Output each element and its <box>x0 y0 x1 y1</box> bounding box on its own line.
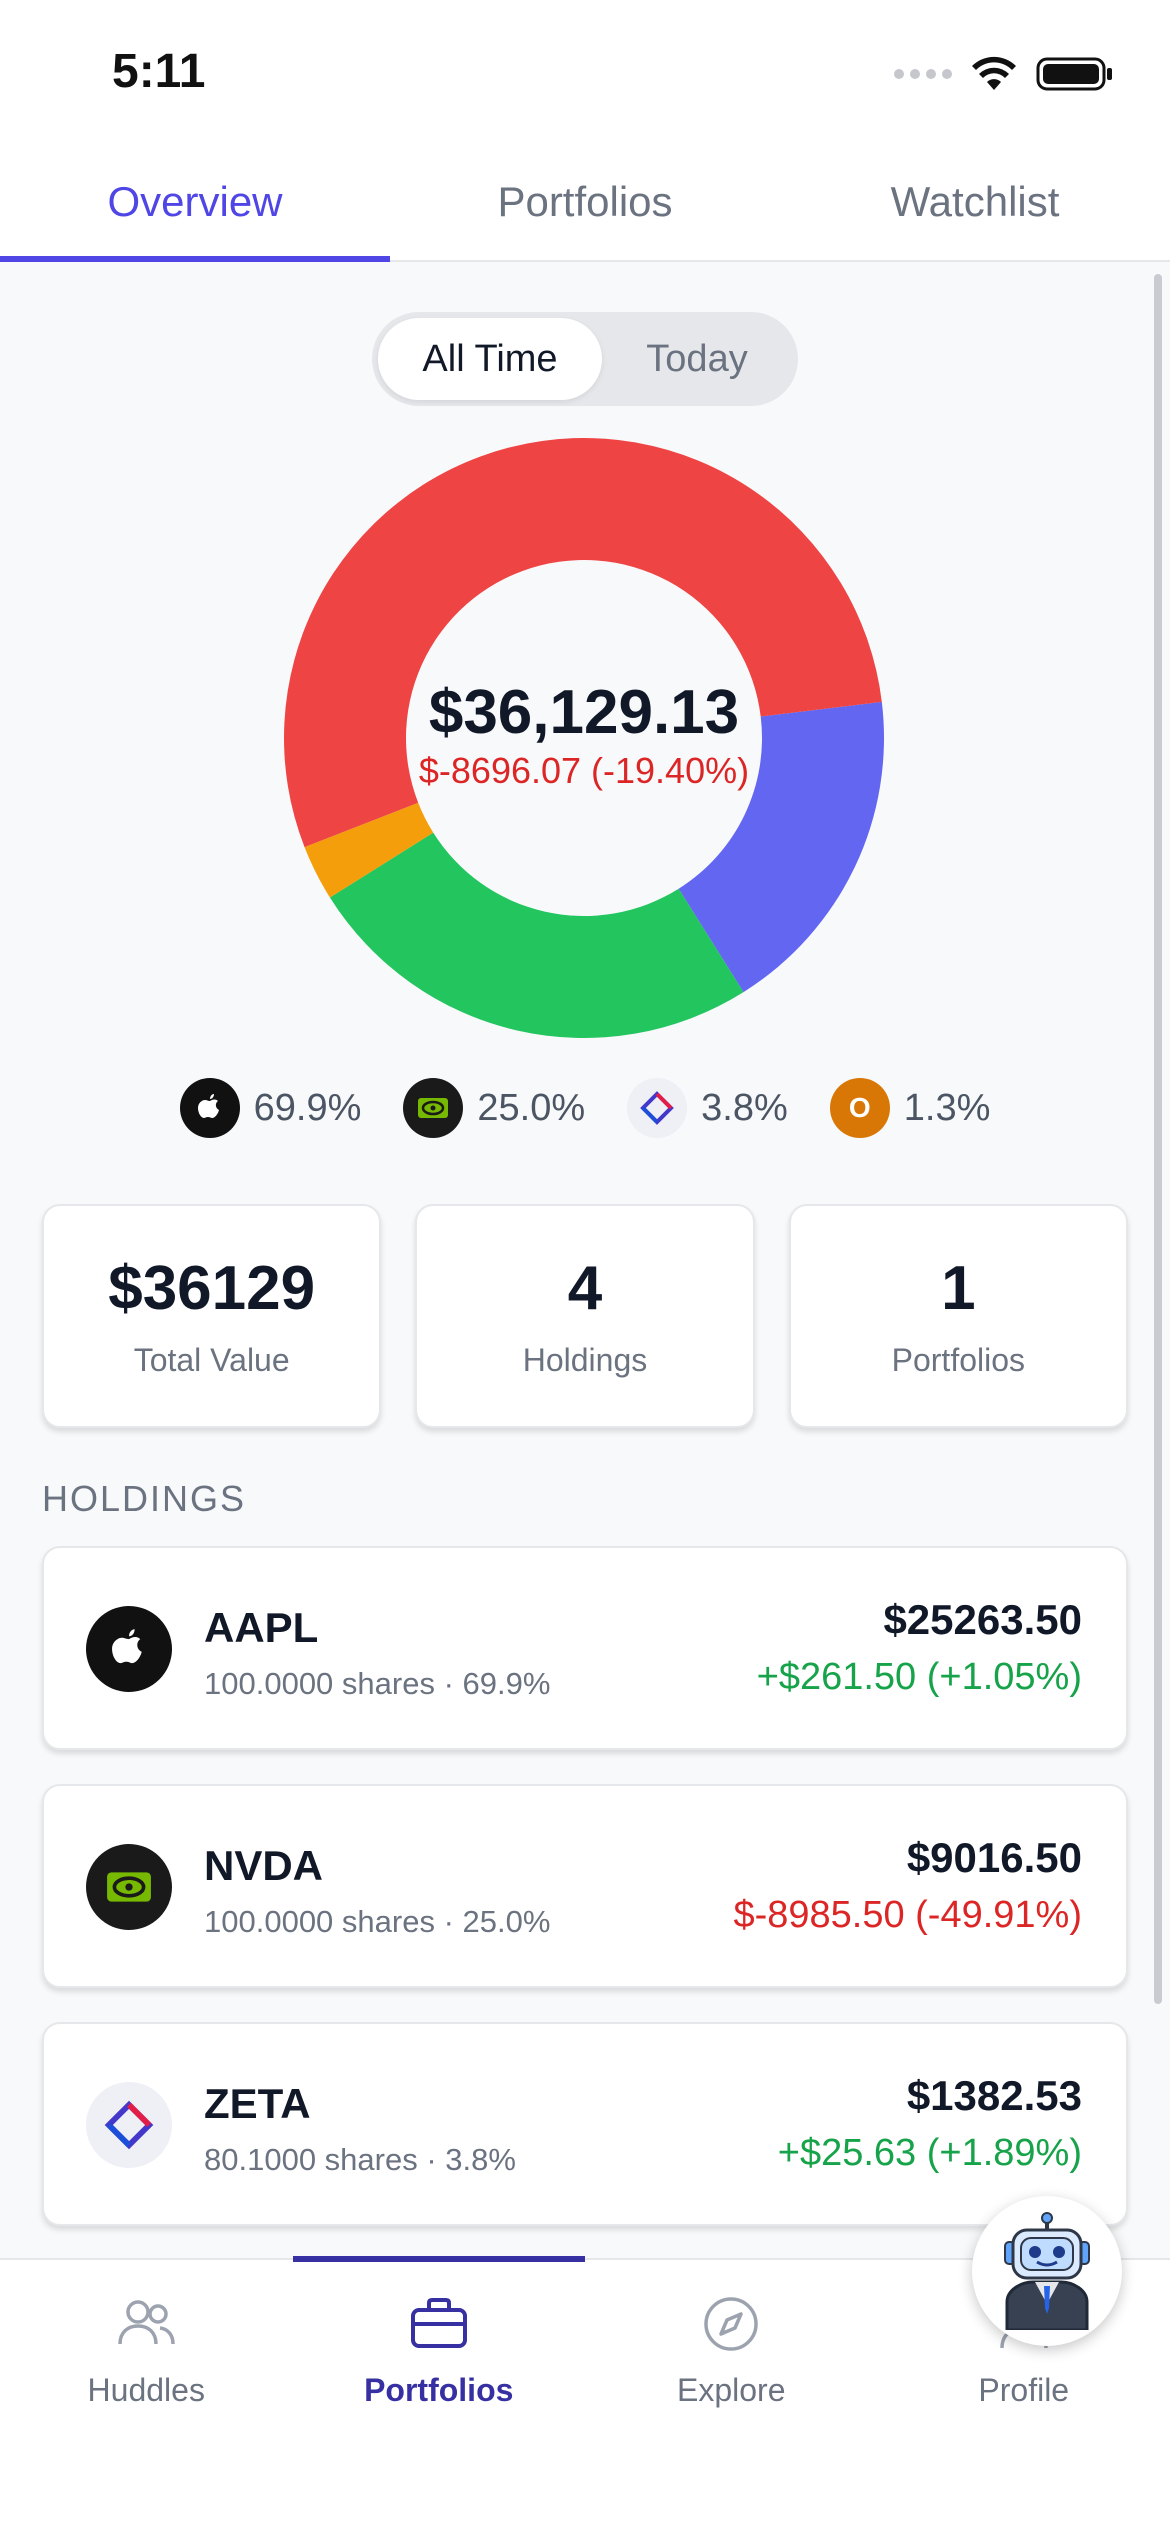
holding-shares: 80.1000 shares · 3.8% <box>204 2142 516 2177</box>
tab-watchlist[interactable]: Watchlist <box>780 150 1170 260</box>
legend-item-zeta: 3.8% <box>627 1078 788 1138</box>
holding-value: $25263.50 <box>883 1596 1082 1643</box>
stat-card-portfolios[interactable]: 1 Portfolios <box>788 1204 1128 1428</box>
holding-ticker: AAPL <box>204 1604 319 1651</box>
donut-center: $36,129.13 $-8696.07 (-19.40%) <box>282 436 886 1040</box>
range-today[interactable]: Today <box>602 318 792 400</box>
ai-assistant-button[interactable] <box>972 2196 1122 2346</box>
holding-ticker: ZETA <box>204 2080 311 2127</box>
o-logo-icon: O <box>829 1078 890 1138</box>
cellular-signal-icon <box>894 69 952 79</box>
holding-ticker: NVDA <box>204 1842 324 1889</box>
holdings-section-title: HOLDINGS <box>42 1478 247 1519</box>
legend-item-o: O 1.3% <box>829 1078 991 1138</box>
holding-row-nvda[interactable]: NVDA 100.0000 shares · 25.0% $9016.50 $-… <box>42 1784 1128 1988</box>
legend-item-nvda: 25.0% <box>403 1078 585 1138</box>
allocation-legend: 69.9% 25.0% 3.8% O 1.3% <box>0 1078 1170 1138</box>
status-icons <box>894 56 1114 92</box>
tab-overview[interactable]: Overview <box>0 150 390 262</box>
time-range-toggle: All Time Today <box>372 312 798 406</box>
holding-shares: 100.0000 shares · 69.9% <box>204 1666 551 1701</box>
nvidia-logo-icon <box>403 1078 464 1138</box>
briefcase-icon <box>410 2298 467 2348</box>
scrollbar[interactable] <box>1154 274 1162 2004</box>
status-bar: 5:11 <box>0 0 1170 150</box>
portfolio-total-value: $36,129.13 <box>428 677 740 747</box>
nav-label: Profile <box>978 2372 1070 2408</box>
compass-icon <box>704 2297 758 2351</box>
holding-row-zeta[interactable]: ZETA 80.1000 shares · 3.8% $1382.53 +$25… <box>42 2022 1128 2226</box>
stat-card-total-value[interactable]: $36129 Total Value <box>42 1204 382 1428</box>
nav-huddles[interactable]: Huddles <box>0 2260 293 2532</box>
stat-label: Total Value <box>133 1342 290 1378</box>
nav-label: Explore <box>677 2372 786 2408</box>
stat-value: $36129 <box>108 1254 316 1323</box>
legend-item-aapl: 69.9% <box>179 1078 362 1138</box>
stat-label: Holdings <box>522 1342 648 1378</box>
legend-percent: 1.3% <box>903 1086 991 1129</box>
holdings-list: AAPL 100.0000 shares · 69.9% $25263.50 +… <box>42 1546 1128 2260</box>
stat-label: Portfolios <box>891 1342 1026 1378</box>
summary-stats: $36129 Total Value 4 Holdings 1 Portfoli… <box>42 1204 1128 1428</box>
legend-percent: 3.8% <box>701 1086 788 1129</box>
stat-card-holdings[interactable]: 4 Holdings <box>415 1204 755 1428</box>
status-time: 5:11 <box>112 45 206 98</box>
nav-label: Huddles <box>87 2372 205 2408</box>
apple-logo-icon <box>179 1078 240 1138</box>
legend-percent: 25.0% <box>477 1086 586 1129</box>
portfolio-total-change: $-8696.07 (-19.40%) <box>418 749 750 791</box>
holding-change: +$261.50 (+1.05%) <box>756 1656 1082 1698</box>
holding-value: $9016.50 <box>906 1834 1082 1881</box>
nav-label: Portfolios <box>364 2372 514 2408</box>
stat-value: 1 <box>941 1254 976 1323</box>
allocation-donut-chart: $36,129.13 $-8696.07 (-19.40%) <box>282 436 886 1040</box>
holding-row-aapl[interactable]: AAPL 100.0000 shares · 69.9% $25263.50 +… <box>42 1546 1128 1750</box>
holding-change: +$25.63 (+1.89%) <box>777 2132 1082 2174</box>
nvidia-logo-icon <box>86 1844 172 1930</box>
apple-logo-icon <box>86 1606 172 1692</box>
nav-portfolios[interactable]: Portfolios <box>292 2256 586 2532</box>
zeta-logo-icon <box>86 2082 172 2168</box>
nav-explore[interactable]: Explore <box>585 2260 878 2532</box>
top-tab-bar: Overview Portfolios Watchlist <box>0 150 1170 262</box>
zeta-logo-icon <box>627 1078 688 1138</box>
holding-value: $1382.53 <box>906 2072 1082 2119</box>
legend-percent: 69.9% <box>253 1086 362 1129</box>
people-icon <box>118 2300 175 2345</box>
tab-portfolios[interactable]: Portfolios <box>390 150 780 260</box>
range-all-time[interactable]: All Time <box>378 318 602 400</box>
wifi-icon <box>972 56 1016 90</box>
holding-change: $-8985.50 (-49.91%) <box>733 1894 1082 1936</box>
battery-icon <box>1036 57 1112 91</box>
stat-value: 4 <box>567 1254 603 1323</box>
holding-shares: 100.0000 shares · 25.0% <box>204 1904 551 1939</box>
robot-assistant-icon <box>1004 2212 1090 2330</box>
